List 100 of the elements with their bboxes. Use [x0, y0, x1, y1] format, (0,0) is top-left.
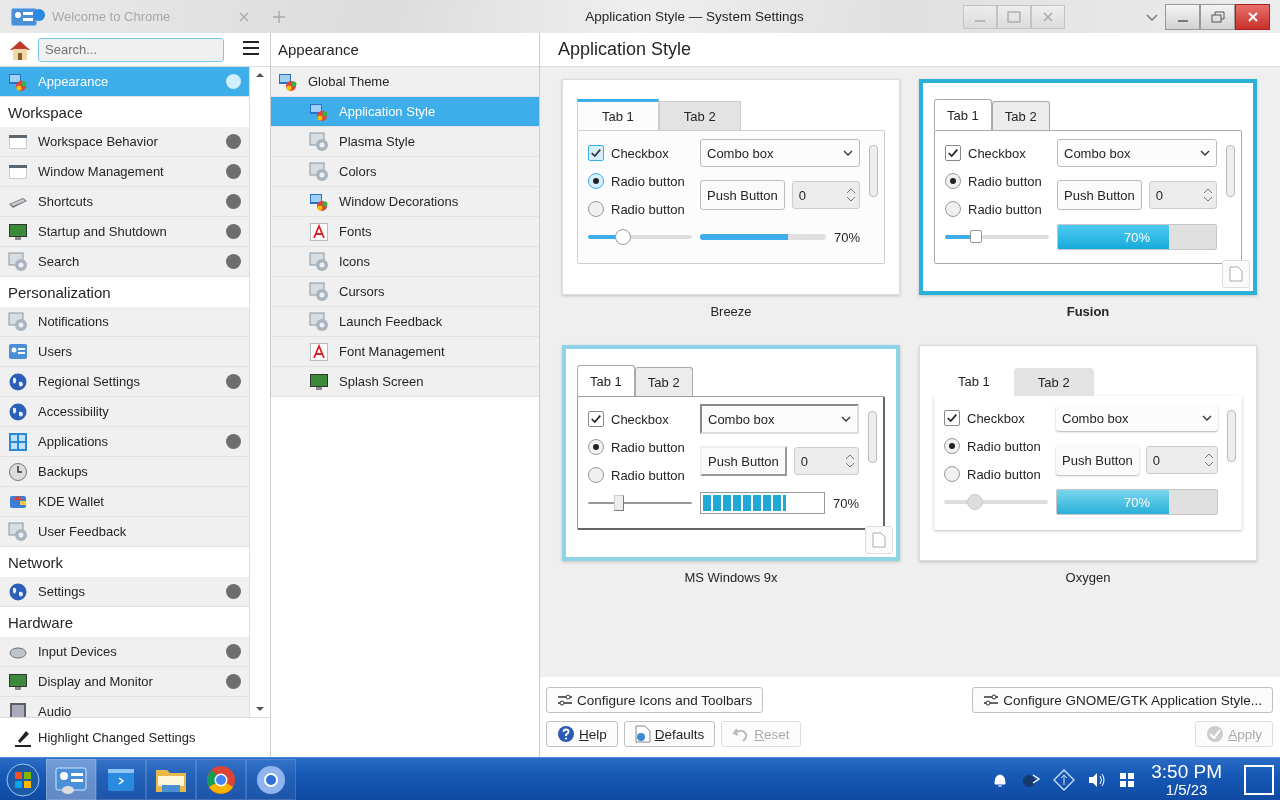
browser-icon: [255, 763, 287, 796]
close-button[interactable]: [1235, 3, 1270, 30]
grid-icon[interactable]: [1119, 771, 1136, 788]
minimize-button[interactable]: [1165, 3, 1200, 30]
slider-handle[interactable]: [614, 495, 625, 511]
push-button[interactable]: Push Button: [700, 446, 787, 476]
defaults-button[interactable]: Defaults: [623, 721, 716, 747]
help-button[interactable]: Help: [546, 721, 618, 747]
checkbox[interactable]: [588, 145, 604, 161]
push-button[interactable]: Push Button: [1056, 445, 1139, 475]
sidebar-item[interactable]: Audio: [0, 697, 250, 717]
tab[interactable]: Tab 2: [658, 101, 741, 130]
taskbar-button[interactable]: [246, 759, 296, 800]
style-preview[interactable]: Tab 1 Tab 2 Checkbox Combo box Radio button Radio button Push Button 0 70%: [919, 79, 1257, 295]
highlight-changed-settings-toggle[interactable]: Highlight Changed Settings: [38, 730, 196, 745]
push-button[interactable]: Push Button: [700, 180, 785, 210]
sliders-icon: [983, 693, 1000, 707]
sidebar-item[interactable]: Display and Monitor: [0, 667, 250, 697]
sidebar-item[interactable]: User Feedback: [0, 517, 250, 547]
taskbar-button[interactable]: [196, 759, 246, 800]
category-item[interactable]: Icons: [271, 247, 539, 277]
slider-handle[interactable]: [615, 229, 632, 245]
checkbox[interactable]: [945, 145, 961, 161]
category-item[interactable]: Colors: [271, 157, 539, 187]
configure-button[interactable]: Configure Icons and Toolbars: [546, 687, 764, 713]
spin-box[interactable]: 0: [793, 447, 859, 475]
sidebar-item[interactable]: Regional Settings: [0, 367, 250, 397]
document-icon: [865, 526, 893, 554]
globe-icon: [8, 371, 28, 392]
push-button[interactable]: Push Button: [1057, 180, 1142, 210]
sidebar-item[interactable]: Backups: [0, 457, 250, 487]
radio-button[interactable]: [588, 173, 604, 189]
sidebar-item[interactable]: Accessibility: [0, 397, 250, 427]
radio-button[interactable]: [944, 438, 960, 454]
update-icon[interactable]: [1053, 768, 1076, 791]
tab[interactable]: Tab 2: [991, 101, 1050, 130]
category-item[interactable]: Plasma Style: [271, 127, 539, 157]
category-item[interactable]: Global Theme: [271, 67, 539, 97]
radio-button[interactable]: [944, 466, 960, 482]
combo-box[interactable]: Combo box: [1056, 405, 1218, 431]
category-item[interactable]: Splash Screen: [271, 367, 539, 397]
spin-box[interactable]: 0: [1145, 446, 1218, 474]
tab[interactable]: Tab 1: [934, 99, 992, 130]
sidebar-item[interactable]: Startup and Shutdown: [0, 217, 250, 247]
sidebar-item[interactable]: Settings: [0, 577, 250, 607]
scroll-down-icon[interactable]: [255, 706, 266, 712]
sidebar-item[interactable]: Applications: [0, 427, 250, 457]
section-header: Network: [8, 553, 63, 571]
radio-button[interactable]: [945, 201, 961, 217]
taskbar-button[interactable]: [46, 759, 96, 800]
window-title: Application Style — System Settings: [584, 9, 805, 24]
radio-button[interactable]: [945, 173, 961, 189]
slider[interactable]: [588, 495, 692, 511]
radio-button[interactable]: [588, 467, 604, 483]
slider[interactable]: [945, 229, 1049, 245]
checkbox[interactable]: [944, 410, 960, 426]
spin-box[interactable]: 0: [791, 181, 860, 209]
checkbox-label: Checkbox: [968, 145, 1026, 161]
category-item[interactable]: Cursors: [271, 277, 539, 307]
taskbar-button[interactable]: [96, 759, 146, 800]
category-item[interactable]: Window Decorations: [271, 187, 539, 217]
category-item[interactable]: Fonts: [271, 217, 539, 247]
radio-button[interactable]: [588, 201, 604, 217]
taskbar-button[interactable]: [146, 759, 196, 800]
sidebar-item[interactable]: Window Management: [0, 157, 250, 187]
style-preview[interactable]: Tab 1 Tab 2 Checkbox Combo box Radio button Radio button Push Button 0 70%: [562, 345, 900, 561]
restore-button[interactable]: [1200, 3, 1235, 30]
spin-box[interactable]: 0: [1148, 181, 1217, 209]
slider[interactable]: [944, 494, 1048, 510]
settings-icon: [309, 251, 329, 272]
category-item[interactable]: Launch Feedback: [271, 307, 539, 337]
sidebar-item[interactable]: Input Devices: [0, 637, 250, 667]
checkbox[interactable]: [588, 411, 604, 427]
radio-button[interactable]: [588, 439, 604, 455]
scroll-up-icon[interactable]: [255, 72, 266, 78]
clock[interactable]: 3:50 PM 1/5/23: [1151, 761, 1222, 798]
combo-box[interactable]: Combo box: [700, 139, 860, 167]
tab[interactable]: Tab 2: [634, 367, 693, 396]
tab[interactable]: Tab 1: [577, 99, 659, 130]
start-button[interactable]: [6, 762, 40, 797]
category-item[interactable]: Font Management: [271, 337, 539, 367]
sidebar-item[interactable]: KDE Wallet: [0, 487, 250, 517]
style-preview[interactable]: Tab 1 Tab 2 Checkbox Combo box Radio button Radio button Push Button 0 70%: [919, 345, 1257, 561]
style-preview[interactable]: Tab 1 Tab 2 Checkbox Combo box Radio button Radio button Push Button 0 70%: [562, 79, 900, 295]
sidebar-item[interactable]: Users: [0, 337, 250, 367]
sidebar-item[interactable]: Shortcuts: [0, 187, 250, 217]
sidebar-item[interactable]: Workspace Behavior: [0, 127, 250, 157]
search-field[interactable]: Search...: [38, 37, 224, 62]
configure-button[interactable]: Configure GNOME/GTK Application Style...: [972, 687, 1273, 713]
tab[interactable]: Tab 2: [1013, 368, 1094, 396]
sidebar-item[interactable]: Search: [0, 247, 250, 277]
settings-icon: [309, 161, 329, 182]
tab[interactable]: Tab 1: [577, 365, 635, 396]
combo-box[interactable]: Combo box: [1057, 139, 1217, 167]
slider-handle[interactable]: [970, 230, 983, 243]
slider[interactable]: [588, 229, 692, 245]
slider-handle[interactable]: [967, 494, 984, 510]
show-desktop-button[interactable]: [1244, 764, 1274, 795]
combo-box[interactable]: Combo box: [700, 404, 859, 434]
sidebar-item[interactable]: Notifications: [0, 307, 250, 337]
